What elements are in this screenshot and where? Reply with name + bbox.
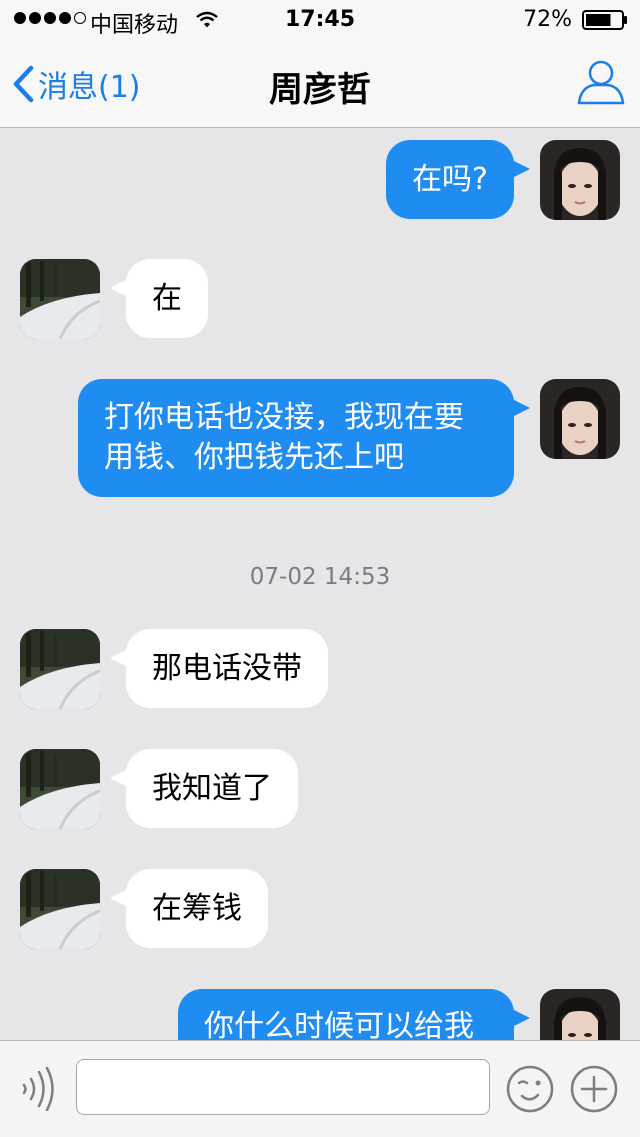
person-icon <box>577 60 625 105</box>
voice-button[interactable] <box>18 1066 58 1115</box>
message-bubble-incoming[interactable]: 在 <box>110 259 208 338</box>
battery-percent: 72% <box>523 7 572 32</box>
more-button[interactable] <box>570 1065 618 1117</box>
contact-avatar[interactable] <box>20 749 100 829</box>
message-bubble-outgoing[interactable]: 你什么时候可以给我 <box>178 989 530 1040</box>
nav-bar: 消息(1) 周彦哲 <box>0 40 640 128</box>
own-avatar[interactable] <box>540 140 620 220</box>
contact-avatar[interactable] <box>20 629 100 709</box>
message-text: 我知道了 <box>152 770 272 806</box>
message-line: 打你电话也没接，我现在要 <box>104 400 464 435</box>
message-bubble-outgoing[interactable]: 在吗? <box>386 140 530 219</box>
message-bubble-incoming[interactable]: 那电话没带 <box>110 629 328 708</box>
message-bubble-incoming[interactable]: 我知道了 <box>110 749 298 828</box>
input-bar <box>0 1040 640 1137</box>
message-line: 用钱、你把钱先还上吧 <box>104 440 404 475</box>
contact-avatar[interactable] <box>20 259 100 339</box>
message-text: 打你电话也没接，我现在要 用钱、你把钱先还上吧 <box>104 398 464 478</box>
own-avatar[interactable] <box>540 989 620 1040</box>
message-bubble-outgoing[interactable]: 打你电话也没接，我现在要 用钱、你把钱先还上吧 <box>78 379 530 497</box>
contact-avatar[interactable] <box>20 869 100 949</box>
message-text: 在吗? <box>412 161 488 197</box>
message-text: 在 <box>152 280 182 316</box>
message-text: 你什么时候可以给我 <box>204 1009 474 1040</box>
voice-icon <box>22 1066 54 1112</box>
message-text: 在筹钱 <box>152 890 242 926</box>
page-title: 周彦哲 <box>269 70 371 110</box>
plus-icon <box>570 1065 618 1113</box>
emoji-icon <box>506 1065 554 1113</box>
status-bar: 中国移动 17:45 72% <box>0 0 640 40</box>
own-avatar[interactable] <box>540 379 620 459</box>
message-timestamp: 07-02 14:53 <box>249 564 391 590</box>
message-bubble-incoming[interactable]: 在筹钱 <box>110 869 268 948</box>
chat-area[interactable]: 在吗? 在 打你电话也没接，我现在要 用钱、你把钱先还上吧 07-02 14:5… <box>0 128 640 1040</box>
message-text: 那电话没带 <box>152 650 302 686</box>
message-input[interactable] <box>76 1059 490 1115</box>
emoji-button[interactable] <box>506 1065 554 1117</box>
profile-button[interactable] <box>576 56 626 110</box>
battery-icon <box>582 10 627 30</box>
